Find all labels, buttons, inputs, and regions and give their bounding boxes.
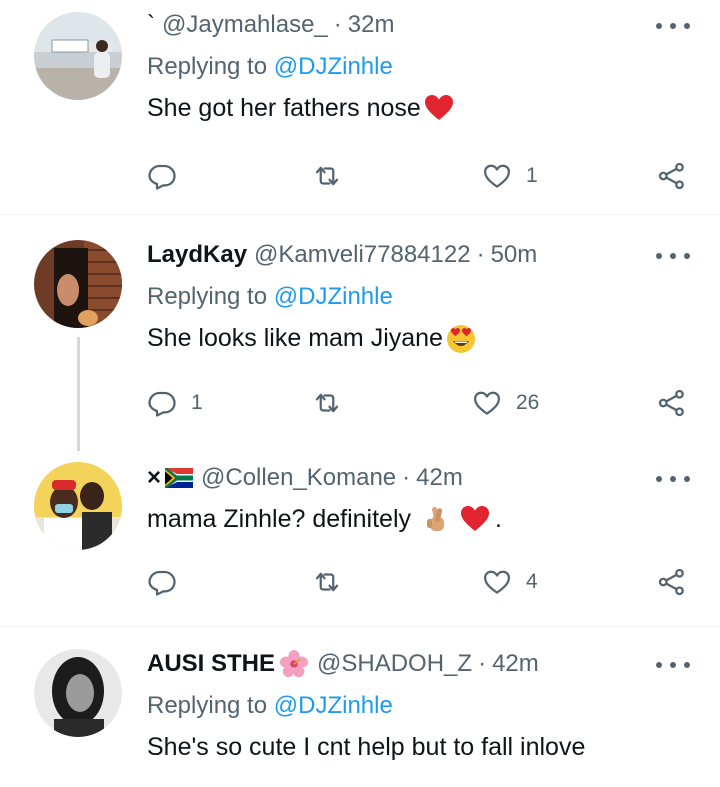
timestamp[interactable]: 42m [416, 463, 463, 493]
share-icon [658, 568, 684, 596]
timestamp[interactable]: 32m [348, 10, 395, 40]
replying-to-label: Replying to [147, 692, 268, 719]
retweet-icon [315, 393, 339, 413]
avatar[interactable] [34, 649, 122, 737]
avatar[interactable] [34, 240, 122, 328]
display-name[interactable]: LaydKay [147, 240, 247, 270]
display-name[interactable]: × [147, 463, 161, 493]
reply-button[interactable] [147, 159, 191, 193]
tweet-text: She got her fathers nose [147, 92, 690, 124]
like-icon [474, 391, 500, 415]
tweet-text-content: She's so cute I cnt help but to fall inl… [147, 733, 586, 761]
tweet-text-content: She got her fathers nose [147, 94, 421, 122]
tweet-actions: 1 [147, 159, 692, 193]
tweet-text-content: She looks like mam Jiyane [147, 324, 443, 352]
retweet-button[interactable] [312, 565, 356, 599]
red-heart-emoji [423, 92, 455, 124]
like-button[interactable]: 1 [482, 159, 538, 193]
handle[interactable]: @Kamveli77884122 [254, 240, 471, 270]
avatar-image [34, 649, 122, 737]
separator: · [333, 11, 342, 38]
like-count: 1 [526, 164, 538, 187]
more-icon[interactable] [656, 16, 690, 36]
tweet-text: She looks like mam Jiyane [147, 322, 690, 354]
share-button[interactable] [657, 386, 687, 420]
reply-icon [148, 570, 176, 596]
heart-eyes-face-emoji [445, 322, 477, 354]
replying-to: Replying to @DJZinhle [147, 282, 690, 312]
tweet[interactable]: LaydKay @Kamveli77884122 · 50m Replying … [0, 215, 720, 451]
mention-link[interactable]: @DJZinhle [274, 692, 393, 719]
retweet-icon [315, 572, 339, 592]
timestamp[interactable]: 42m [492, 649, 539, 679]
replying-to: Replying to @DJZinhle [147, 691, 690, 721]
like-icon [484, 164, 510, 188]
tweet-header: ` @Jaymahlase_ · 32m [147, 10, 690, 40]
mention-link[interactable]: @DJZinhle [274, 283, 393, 310]
share-icon [658, 162, 684, 190]
tweet-feed: ` @Jaymahlase_ · 32m Replying to @DJZinh… [0, 0, 720, 787]
share-button[interactable] [657, 565, 687, 599]
avatar-image [34, 462, 122, 550]
like-button[interactable]: 26 [472, 386, 539, 420]
tweet-header: LaydKay @Kamveli77884122 · 50m [147, 240, 690, 270]
hibiscus-emoji [279, 649, 309, 679]
retweet-icon [315, 166, 339, 186]
tweet-actions: 1 26 [147, 386, 692, 420]
tweet-text: She's so cute I cnt help but to fall inl… [147, 731, 690, 763]
handle[interactable]: @SHADOH_Z [317, 649, 472, 679]
tweet-header: × @Collen_Komane · 42m [147, 463, 690, 493]
reply-icon [148, 391, 176, 417]
more-icon[interactable] [656, 469, 690, 489]
like-count: 4 [526, 570, 538, 593]
south-africa-flag-emoji [165, 468, 194, 488]
display-name[interactable]: ` [147, 10, 155, 40]
display-name[interactable]: AUSI STHE [147, 649, 275, 679]
avatar-image [34, 240, 122, 328]
avatar[interactable] [34, 12, 122, 100]
tweet-header: AUSI STHE @SHADOH_Z · 42m [147, 649, 690, 679]
retweet-button[interactable] [312, 386, 356, 420]
separator: · [402, 464, 411, 491]
like-count: 26 [516, 391, 540, 414]
like-button[interactable]: 4 [482, 565, 538, 599]
tweet[interactable]: × @Collen_Komane · 42m mama Zinhle? defi… [0, 451, 720, 626]
retweet-button[interactable] [312, 159, 356, 193]
handle[interactable]: @Jaymahlase_ [162, 10, 328, 40]
reply-button[interactable] [147, 565, 191, 599]
avatar[interactable] [34, 462, 122, 550]
tweet-text: mama Zinhle? definitely . [147, 503, 690, 535]
reply-button[interactable]: 1 [147, 386, 203, 420]
reply-count: 1 [191, 391, 203, 414]
separator: · [478, 650, 487, 677]
more-icon[interactable] [656, 655, 690, 675]
more-icon[interactable] [656, 246, 690, 266]
thread-connector [77, 337, 80, 451]
reply-icon [148, 164, 176, 190]
handle[interactable]: @Collen_Komane [201, 463, 396, 493]
mention-link[interactable]: @DJZinhle [274, 53, 393, 80]
share-button[interactable] [657, 159, 687, 193]
separator: · [476, 241, 485, 268]
share-icon [658, 389, 684, 417]
replying-to-label: Replying to [147, 283, 268, 310]
replying-to: Replying to @DJZinhle [147, 52, 690, 82]
like-icon [484, 570, 510, 594]
replying-to-label: Replying to [147, 53, 268, 80]
tweet[interactable]: ` @Jaymahlase_ · 32m Replying to @DJZinh… [0, 0, 720, 214]
tweet[interactable]: AUSI STHE @SHADOH_Z · 42m Replying to @D… [0, 627, 720, 787]
red-heart-emoji [459, 503, 491, 535]
tweet-text-content: mama Zinhle? definitely [147, 505, 412, 533]
crossed-fingers-emoji [421, 503, 453, 535]
tweet-actions: 4 [147, 565, 692, 599]
timestamp[interactable]: 50m [491, 240, 538, 270]
tweet-text-suffix: . [495, 505, 502, 533]
avatar-image [34, 12, 122, 100]
